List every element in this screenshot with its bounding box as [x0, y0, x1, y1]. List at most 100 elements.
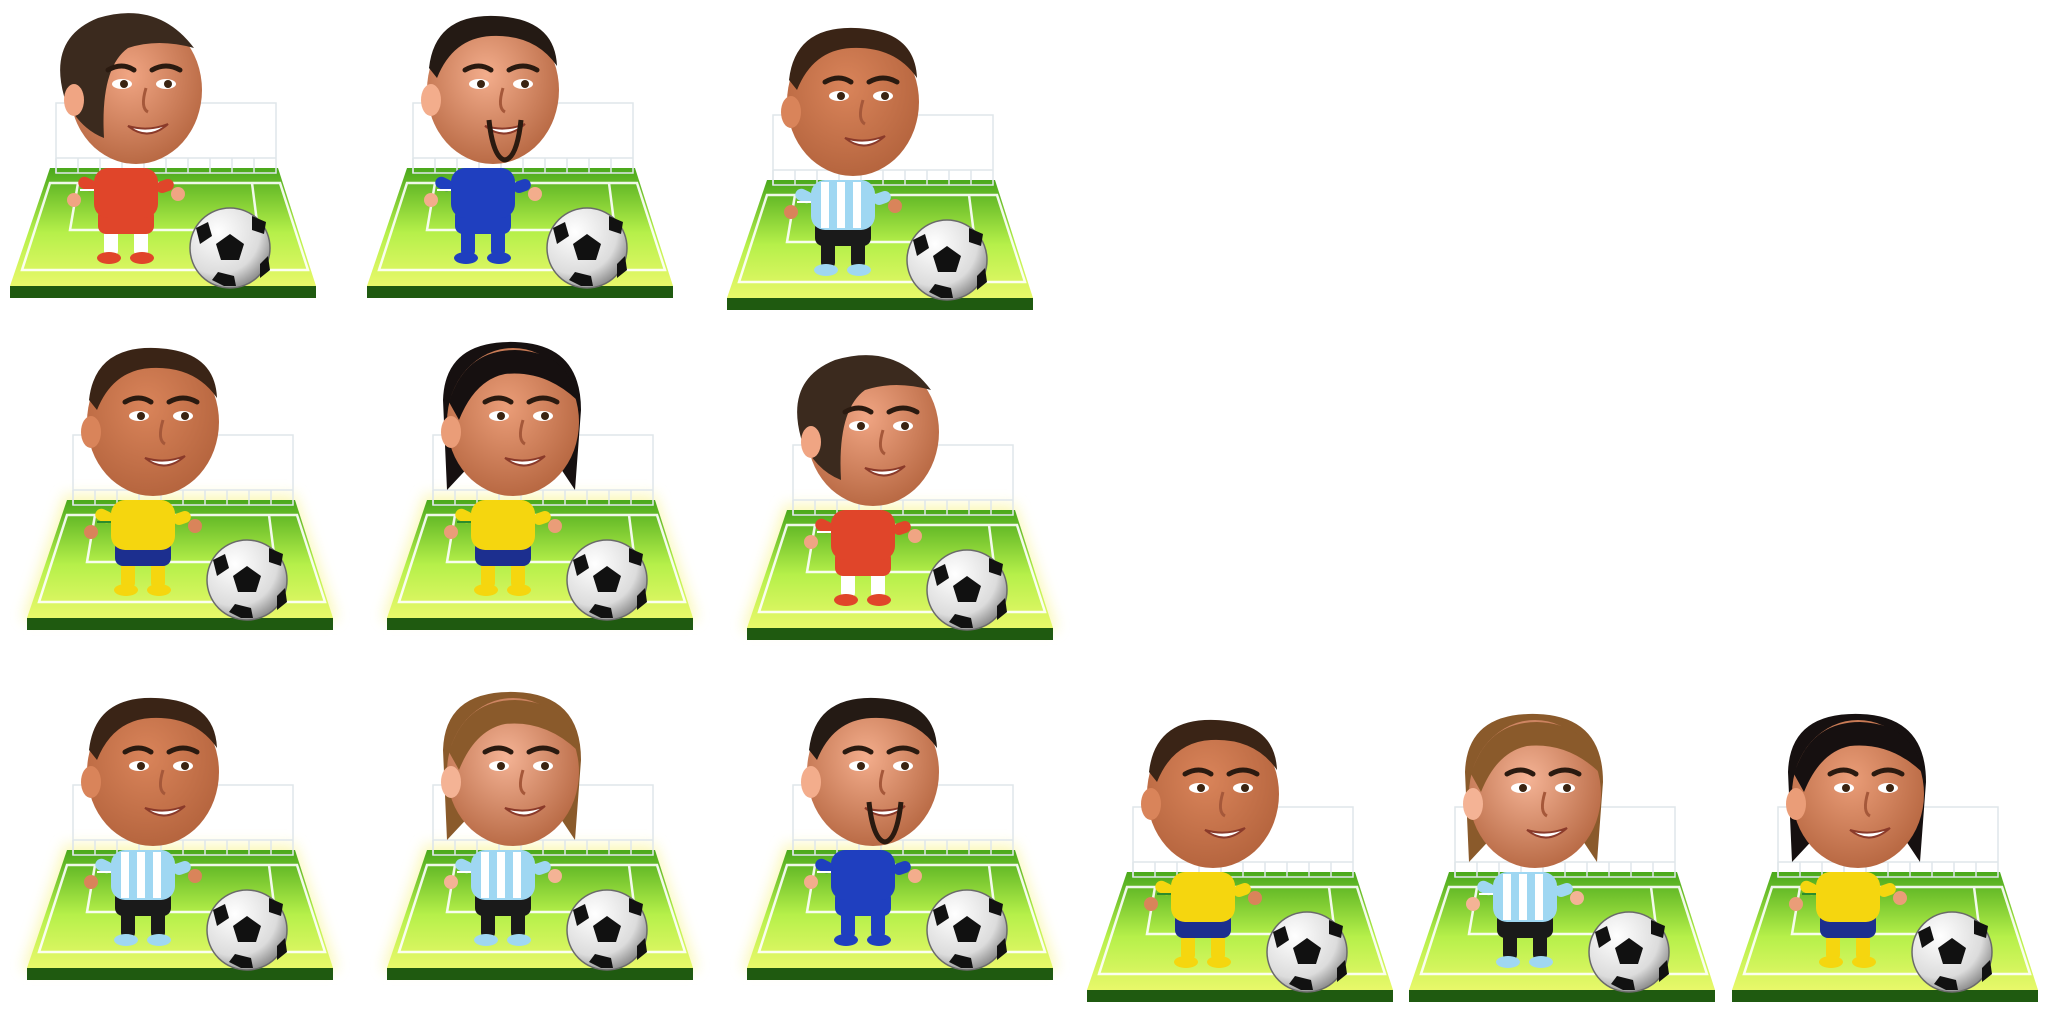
soccer-ball-icon	[1266, 911, 1348, 993]
player-hand	[84, 875, 98, 889]
pupil	[120, 80, 128, 88]
player-boot	[1852, 956, 1876, 968]
shirt-stripe	[513, 852, 521, 898]
player-tile-red-curly-hair-glow[interactable]	[743, 350, 1065, 650]
player-boot	[487, 252, 511, 264]
pitch-base	[367, 286, 673, 298]
player-icon	[743, 355, 1057, 640]
player-shirt	[451, 168, 515, 218]
player-hand	[888, 199, 902, 213]
player-tile-argentina-smile[interactable]	[725, 20, 1045, 320]
pupil	[857, 762, 865, 770]
player-boot	[834, 934, 858, 946]
player-tile-yellow-long-hair-plain[interactable]	[1730, 712, 2048, 1012]
player-ear	[421, 84, 441, 116]
pupil	[477, 80, 485, 88]
player-boot	[147, 934, 171, 946]
soccer-ball-icon	[566, 539, 648, 621]
player-head	[801, 697, 939, 846]
player-head	[60, 13, 202, 164]
player-icon	[727, 27, 1033, 310]
player-tile-yellow-long-hair[interactable]	[383, 340, 705, 640]
player-tile-yellow-bald[interactable]	[23, 340, 345, 640]
player-head	[781, 27, 919, 176]
pupil	[181, 762, 189, 770]
pitch-base	[387, 618, 693, 630]
shirt-stripe	[853, 182, 861, 228]
player-tile-argentina-brown-hair-plain[interactable]	[1407, 712, 1727, 1012]
player-hand	[1570, 891, 1584, 905]
pitch-base	[747, 968, 1053, 980]
player-ear	[1786, 788, 1806, 820]
soccer-ball-icon	[1911, 911, 1993, 993]
player-tile-blue-goatee-glow[interactable]	[743, 690, 1065, 990]
player-ear	[801, 766, 821, 798]
player-tile-argentina-smile-glow[interactable]	[23, 690, 345, 990]
player-hand	[804, 875, 818, 889]
player-boot	[847, 264, 871, 276]
player-hand	[1248, 891, 1262, 905]
player-hand	[424, 193, 438, 207]
soccer-ball-icon	[546, 207, 628, 289]
player-boot	[867, 594, 891, 606]
player-shirt	[1816, 872, 1880, 922]
pupil	[137, 412, 145, 420]
player-icon	[367, 15, 673, 298]
soccer-ball-icon	[1588, 911, 1670, 993]
player-head	[81, 697, 219, 846]
player-hand	[1466, 897, 1480, 911]
pupil	[181, 412, 189, 420]
pitch-base	[27, 618, 333, 630]
shirt-stripe	[497, 852, 505, 898]
shirt-stripe	[121, 852, 129, 898]
player-hand	[784, 205, 798, 219]
soccer-ball-icon	[206, 889, 288, 971]
player-tile-red-curly-hair[interactable]	[8, 8, 328, 308]
shirt-stripe	[837, 182, 845, 228]
soccer-ball-icon	[906, 219, 988, 301]
player-hand	[548, 519, 562, 533]
player-head	[81, 347, 219, 496]
player-hand	[84, 525, 98, 539]
player-boot	[867, 934, 891, 946]
player-hand	[188, 519, 202, 533]
player-tile-yellow-bald-plain[interactable]	[1085, 712, 1405, 1012]
player-tile-blue-goatee[interactable]	[365, 8, 685, 308]
pitch-base	[747, 628, 1053, 640]
shirt-stripe	[153, 852, 161, 898]
player-boot	[507, 934, 531, 946]
player-shirt	[94, 168, 158, 218]
player-boot	[1207, 956, 1231, 968]
shirt-stripe	[481, 852, 489, 898]
pupil	[497, 412, 505, 420]
player-shirt	[471, 500, 535, 550]
player-icon	[743, 697, 1057, 980]
player-head	[1141, 719, 1279, 868]
player-hand	[188, 869, 202, 883]
player-ear	[781, 96, 801, 128]
player-tile-argentina-brown-hair[interactable]	[383, 690, 705, 990]
pupil	[1563, 784, 1571, 792]
player-hand	[1789, 897, 1803, 911]
shirt-stripe	[821, 182, 829, 228]
pupil	[1842, 784, 1850, 792]
soccer-ball-icon	[926, 549, 1008, 631]
player-head	[1463, 713, 1603, 868]
soccer-ball-icon	[926, 889, 1008, 971]
player-icon	[1732, 713, 2038, 1002]
player-boot	[130, 252, 154, 264]
player-shirt	[1171, 872, 1235, 922]
player-head	[441, 341, 581, 496]
pitch-base	[1087, 990, 1393, 1002]
player-boot	[454, 252, 478, 264]
pitch-base	[387, 968, 693, 980]
pupil	[1241, 784, 1249, 792]
player-boot	[1819, 956, 1843, 968]
player-boot	[114, 584, 138, 596]
player-shirt	[111, 500, 175, 550]
player-ear	[441, 766, 461, 798]
player-boot	[1174, 956, 1198, 968]
pupil	[541, 412, 549, 420]
player-icon	[383, 341, 697, 630]
pupil	[541, 762, 549, 770]
